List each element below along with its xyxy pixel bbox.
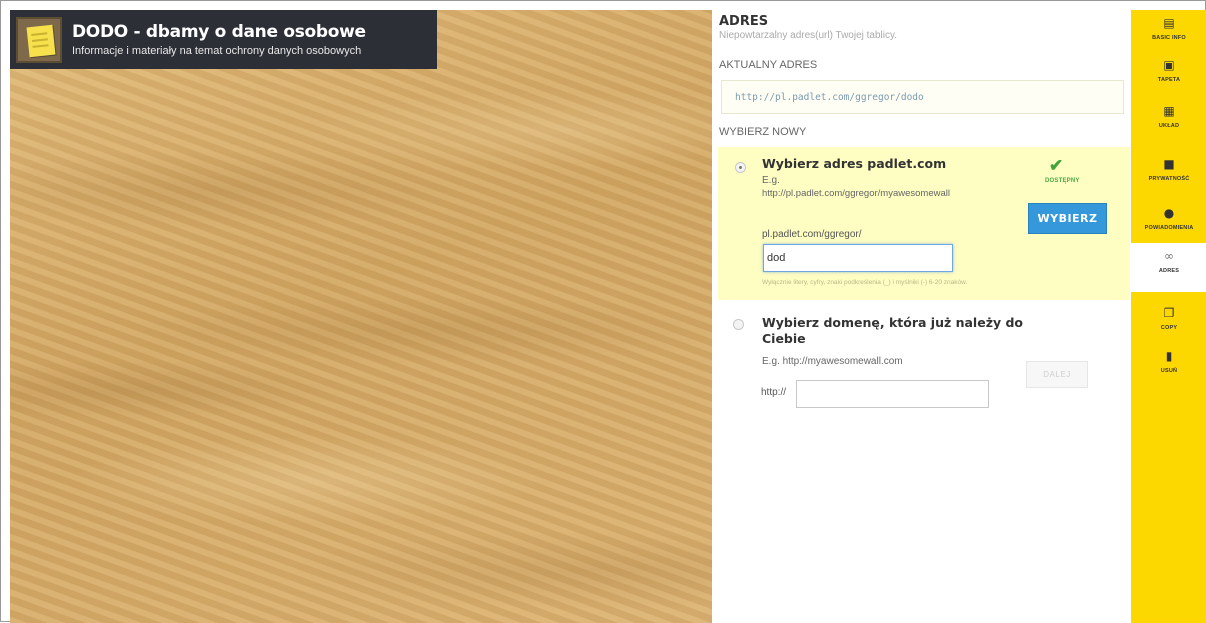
wall-background[interactable]: DODO - dbamy o dane osobowe Informacje i… [10, 10, 712, 623]
sidebar-item-wallpaper[interactable]: ▣ TAPETA [1131, 58, 1206, 84]
domain-input[interactable] [796, 380, 989, 408]
window: DODO - dbamy o dane osobowe Informacje i… [0, 0, 1206, 623]
choose-new-label: WYBIERZ NOWY [719, 126, 807, 138]
address-settings-panel: ADRES Niepowtarzalny adres(url) Twojej t… [712, 10, 1131, 623]
domain-prefix: http:// [761, 387, 787, 398]
current-address-label: AKTUALNY ADRES [719, 59, 818, 71]
sidebar-item-label: UKŁAD [1158, 123, 1180, 129]
section-description: Niepowtarzalny adres(url) Twojej tablicy… [719, 30, 898, 41]
padlet-example-label: E.g. [762, 175, 780, 186]
wall-logo [16, 16, 62, 63]
sidebar-item-notifications[interactable]: ● POWIADOMIENIA [1131, 206, 1206, 232]
sidebar-item-label: USUŃ [1160, 368, 1178, 374]
padlet-example-url: http://pl.padlet.com/ggregor/myawesomewa… [762, 188, 950, 199]
sidebar-item-copy[interactable]: ❐ COPY [1131, 306, 1206, 332]
domain-example: E.g. http://myawesomewall.com [762, 356, 903, 367]
section-title: ADRES [719, 14, 769, 29]
sidebar-item-delete[interactable]: ▮ USUŃ [1131, 349, 1206, 375]
sidebar-item-layout[interactable]: ▦ UKŁAD [1131, 104, 1206, 130]
padlet-url-prefix: pl.padlet.com/ggregor/ [762, 229, 862, 240]
sidebar-item-label: POWIADOMIENIA [1144, 225, 1194, 231]
sidebar-item-label: ADRES [1158, 268, 1180, 274]
sidebar-item-label: PRYWATNOŚĆ [1148, 176, 1190, 182]
id-card-icon: ▤ [1163, 16, 1175, 30]
sidebar-item-basic-info[interactable]: ▤ BASIC INFO [1131, 16, 1206, 42]
sidebar-item-address[interactable]: ∞ ADRES [1131, 243, 1206, 292]
copy-icon: ❐ [1163, 306, 1175, 320]
choose-button[interactable]: WYBIERZ [1028, 203, 1107, 234]
next-button[interactable]: DALEJ [1026, 361, 1088, 388]
link-icon: ∞ [1164, 249, 1174, 263]
sidebar-item-label: TAPETA [1157, 77, 1181, 83]
sidebar-item-privacy[interactable]: ■ PRYWATNOŚĆ [1131, 157, 1206, 183]
lock-icon: ■ [1163, 157, 1175, 171]
padlet-path-input[interactable]: dod [763, 244, 953, 272]
current-address-box: http://pl.padlet.com/ggregor/dodo [721, 80, 1124, 114]
eye-icon: ● [1163, 206, 1175, 220]
image-icon: ▣ [1163, 58, 1175, 72]
trash-icon: ▮ [1165, 349, 1173, 363]
current-address-url[interactable]: http://pl.padlet.com/ggregor/dodo [735, 92, 924, 103]
padlet-address-option[interactable]: Wybierz adres padlet.com E.g. http://pl.… [718, 147, 1130, 300]
sticky-note-icon [26, 24, 56, 57]
padlet-option-title: Wybierz adres padlet.com [762, 156, 947, 171]
domain-radio[interactable] [733, 319, 744, 330]
settings-sidebar: ▤ BASIC INFO ▣ TAPETA ▦ UKŁAD ■ PRYWATNO… [1131, 10, 1206, 623]
padlet-address-radio[interactable] [735, 162, 746, 173]
wall-subtitle: Informacje i materiały na temat ochrony … [72, 44, 362, 57]
wall-title: DODO - dbamy o dane osobowe [72, 21, 366, 42]
availability-status: DOSTĘPNY [1045, 178, 1080, 184]
sidebar-item-label: COPY [1160, 325, 1178, 331]
sidebar-item-label: BASIC INFO [1152, 35, 1186, 41]
wall-header[interactable]: DODO - dbamy o dane osobowe Informacje i… [10, 10, 437, 69]
padlet-path-hint: Wyłącznie litery, cyfry, znaki podkreśle… [762, 279, 968, 286]
check-icon: ✔ [1049, 156, 1064, 175]
domain-option-title: Wybierz domenę, która już należy do Cieb… [762, 315, 1023, 346]
layout-icon: ▦ [1163, 104, 1175, 118]
